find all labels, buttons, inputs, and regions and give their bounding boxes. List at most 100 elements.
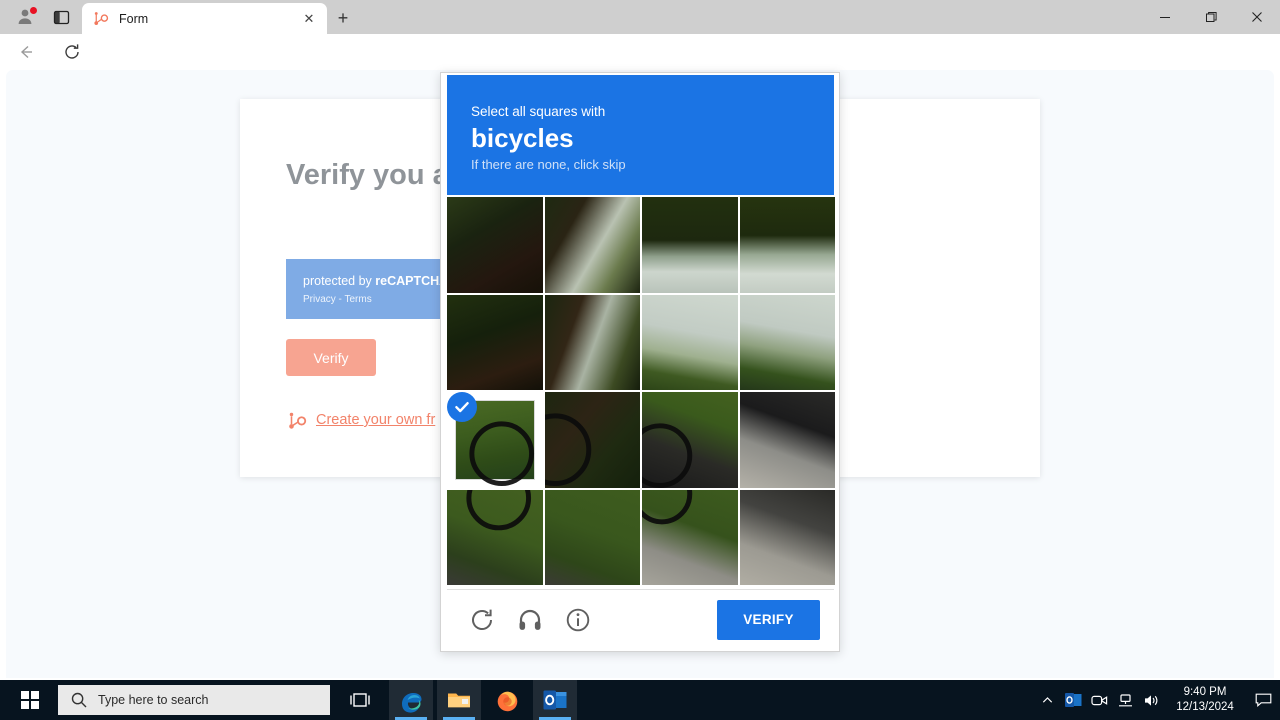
system-tray: 9:40 PM 12/13/2024 — [1034, 680, 1280, 720]
page-verify-button[interactable]: Verify — [286, 339, 376, 376]
captcha-tile-15[interactable] — [739, 489, 835, 585]
maximize-button[interactable] — [1188, 0, 1234, 34]
captcha-info-button[interactable] — [561, 603, 595, 637]
search-icon — [71, 692, 87, 708]
back-button[interactable] — [15, 41, 37, 63]
taskbar-app-outlook[interactable] — [533, 680, 577, 720]
maximize-icon — [1206, 12, 1217, 22]
outlook-tray-icon — [1064, 693, 1081, 707]
hubspot-sprocket-icon — [94, 12, 109, 25]
captcha-image-grid — [447, 197, 835, 585]
refresh-icon — [65, 44, 79, 59]
reload-icon — [472, 609, 492, 630]
bicycle-wheel-shape — [642, 489, 693, 524]
captcha-reload-button[interactable] — [465, 603, 499, 637]
taskbar-app-file-explorer[interactable] — [437, 680, 481, 720]
captcha-tile-6[interactable] — [642, 294, 738, 390]
captcha-tile-10[interactable] — [642, 392, 738, 488]
captcha-tile-0[interactable] — [447, 197, 543, 293]
captcha-tile-image — [544, 489, 640, 585]
captcha-footer: VERIFY — [447, 589, 834, 649]
windows-start-icon — [21, 691, 39, 709]
tab-actions-button[interactable] — [48, 6, 74, 28]
network-icon — [1118, 693, 1132, 706]
captcha-tile-8[interactable] — [447, 392, 543, 488]
recaptcha-badge-brand: reCAPTCHA — [375, 274, 449, 288]
minimize-icon — [1160, 17, 1170, 18]
captcha-target-object: bicycles — [471, 123, 574, 153]
volume-icon — [1144, 694, 1157, 706]
windows-taskbar: Type here to search 9:40 PM 12/13/2024 — [0, 680, 1280, 720]
browser-tab[interactable]: Form ✕ — [82, 3, 327, 34]
captcha-tile-image — [642, 294, 738, 390]
captcha-tile-image — [739, 197, 835, 293]
tray-icon-outlook[interactable] — [1060, 680, 1086, 720]
captcha-tile-3[interactable] — [739, 197, 835, 293]
action-center-button[interactable] — [1246, 680, 1280, 720]
captcha-tile-image — [447, 294, 543, 390]
captcha-tile-image — [544, 294, 640, 390]
captcha-tile-image — [642, 197, 738, 293]
captcha-tile-4[interactable] — [447, 294, 543, 390]
tray-icon-volume[interactable] — [1138, 680, 1164, 720]
action-center-icon — [1255, 693, 1271, 707]
captcha-audio-button[interactable] — [513, 603, 547, 637]
checkmark-icon — [455, 402, 469, 413]
captcha-tile-11[interactable] — [739, 392, 835, 488]
tab-actions-icon — [53, 10, 69, 24]
captcha-tile-13[interactable] — [544, 489, 640, 585]
bicycle-wheel-shape — [544, 413, 591, 486]
hubspot-sprocket-icon — [289, 412, 307, 429]
new-tab-button[interactable]: + — [330, 5, 356, 31]
captcha-tile-9[interactable] — [544, 392, 640, 488]
bicycle-wheel-shape — [642, 423, 693, 488]
create-form-link[interactable]: Create your own fr — [286, 409, 435, 431]
tab-title: Form — [119, 11, 149, 26]
page-title: Verify you a — [286, 159, 449, 191]
chevron-up-icon — [1042, 696, 1052, 703]
close-button[interactable] — [1234, 0, 1280, 34]
captcha-tile-image — [447, 197, 543, 293]
taskbar-app-microsoft-edge[interactable] — [389, 680, 433, 720]
captcha-tile-image — [544, 197, 640, 293]
tab-close-button[interactable]: ✕ — [299, 9, 319, 29]
captcha-tile-image — [739, 392, 835, 488]
captcha-tile-2[interactable] — [642, 197, 738, 293]
profile-button[interactable] — [12, 5, 40, 29]
camera-tray-icon — [1090, 695, 1107, 705]
recaptcha-badge-prefix: protected by — [303, 274, 376, 288]
recaptcha-badge-privacy-terms[interactable]: Privacy - Terms — [303, 294, 372, 305]
captcha-tile-7[interactable] — [739, 294, 835, 390]
captcha-tile-5[interactable] — [544, 294, 640, 390]
captcha-verify-button[interactable]: VERIFY — [717, 599, 820, 640]
show-hidden-icons-button[interactable] — [1034, 680, 1060, 720]
taskbar-app-firefox[interactable] — [485, 680, 529, 720]
task-view-button[interactable] — [338, 680, 382, 720]
recaptcha-badge-line1: protected by reCAPTCHA — [303, 274, 448, 288]
back-icon — [20, 45, 32, 59]
captcha-tile-1[interactable] — [544, 197, 640, 293]
clock-time: 9:40 PM — [1183, 686, 1227, 698]
minimize-button[interactable] — [1142, 0, 1188, 34]
microsoft-edge-icon — [401, 692, 421, 713]
task-view-icon — [350, 693, 370, 707]
info-icon — [566, 608, 590, 631]
recaptcha-challenge-dialog: Select all squares with bicycles If ther… — [440, 72, 840, 652]
taskbar-clock[interactable]: 9:40 PM 12/13/2024 — [1164, 680, 1246, 720]
reload-button[interactable] — [61, 41, 83, 63]
tray-icon-network[interactable] — [1112, 680, 1138, 720]
captcha-instruction-line: Select all squares with — [471, 104, 606, 119]
outlook-icon — [543, 690, 566, 710]
close-icon — [1252, 12, 1262, 22]
tray-icon-camera[interactable] — [1086, 680, 1112, 720]
bicycle-wheel-shape — [466, 489, 532, 530]
window-controls — [1142, 0, 1280, 34]
create-form-link-text: Create your own fr — [316, 412, 436, 428]
captcha-tile-selected-checkmark — [447, 392, 477, 422]
captcha-tile-image — [739, 294, 835, 390]
captcha-tile-12[interactable] — [447, 489, 543, 585]
taskbar-search-box[interactable]: Type here to search — [58, 685, 330, 715]
tab-strip: Form ✕ + — [0, 0, 1280, 34]
captcha-tile-14[interactable] — [642, 489, 738, 585]
start-button[interactable] — [8, 680, 52, 720]
